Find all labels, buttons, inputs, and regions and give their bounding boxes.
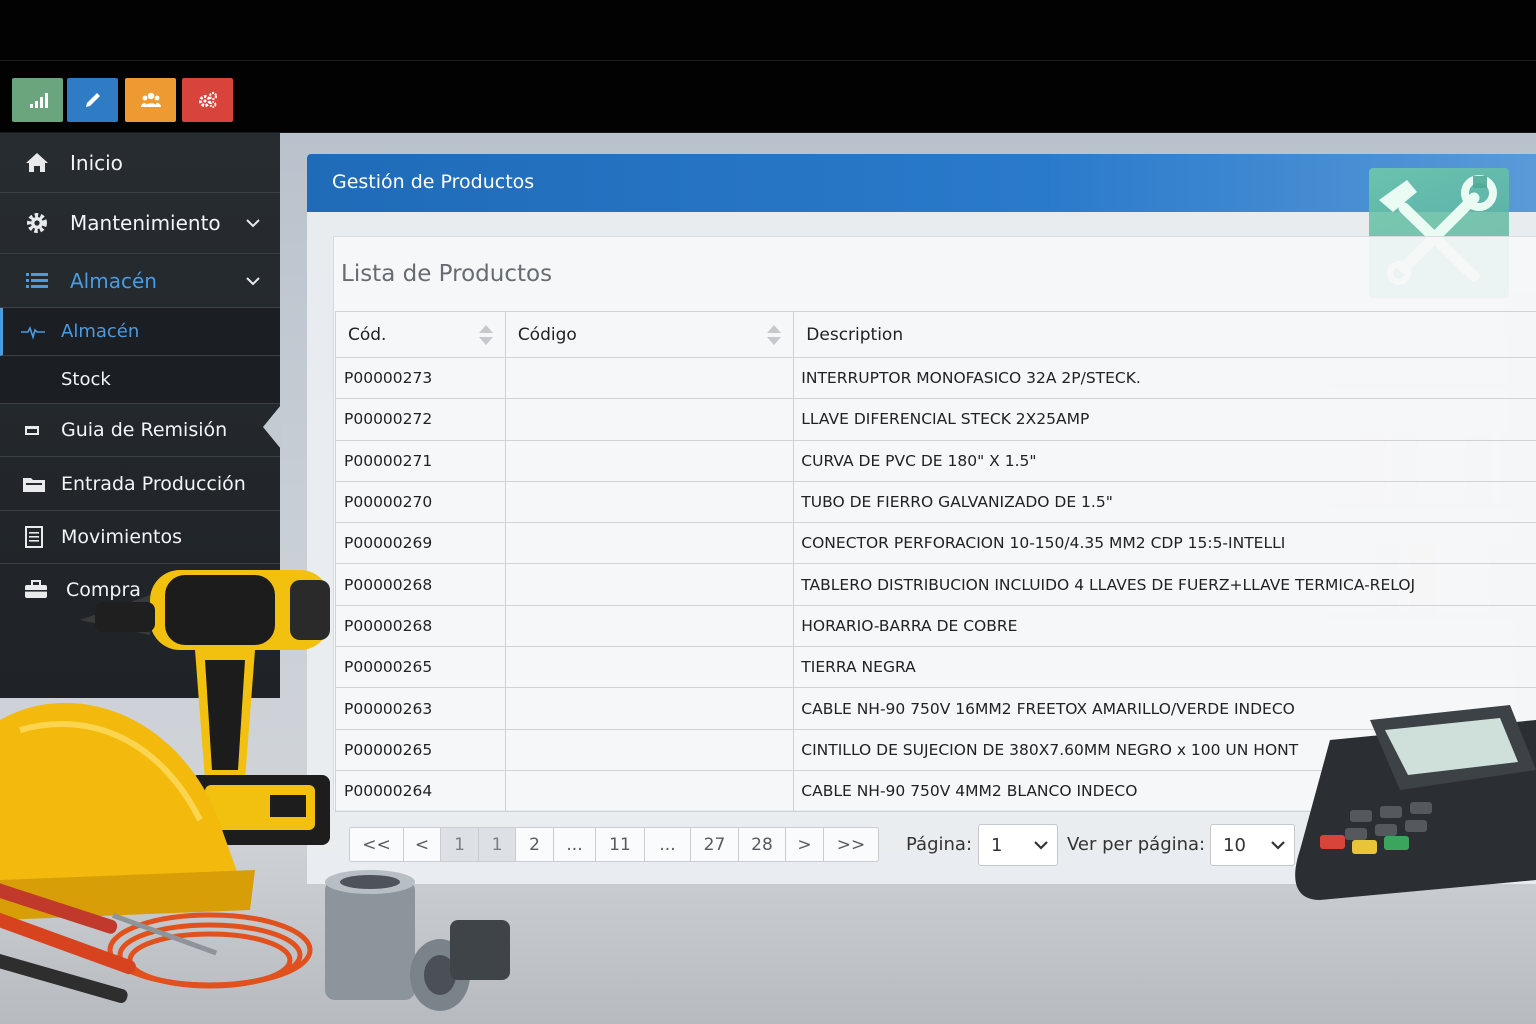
stats-button[interactable] [12,78,63,122]
cell-codigo [504,356,795,400]
cell-codigo [504,439,795,482]
column-header-label: Cód. [348,324,387,345]
per-page-select-value: 10 [1223,834,1246,856]
table-row[interactable]: P00000273 INTERRUPTOR MONOFASICO 32A 2P/S… [335,356,1536,400]
chevron-down-icon [246,276,260,285]
cell-cod: P00000273 [335,356,506,400]
document-icon [21,524,47,550]
page-next-button[interactable]: > [786,828,824,861]
cell-cod: P00000270 [335,480,506,524]
edit-button[interactable] [67,78,118,122]
cell-description: HORARIO-BARRA DE COBRE [793,604,1536,648]
pipe-fittings-illustration [325,870,510,1011]
sidebar-item-mantenimiento[interactable]: Mantenimiento [0,193,280,254]
folder-icon [21,471,47,497]
column-header-label: Description [806,324,904,345]
sidebar-item-guia-remision[interactable]: Guia de Remisión [0,404,280,457]
column-header-label: Código [517,324,577,345]
cell-description: TABLERO DISTRIBUCION INCLUIDO 4 LLAVES D… [793,563,1536,606]
cell-cod: P00000272 [335,398,506,441]
per-page-label: Ver per página: [1067,834,1206,855]
top-divider [0,60,1536,61]
card-icon [20,417,46,443]
page-button[interactable]: 11 [596,828,645,861]
active-indicator [263,405,281,449]
home-icon [24,150,50,176]
panel-title: Gestión de Productos [332,171,535,193]
list-icon [24,268,50,294]
sidebar-item-label: Mantenimiento [70,211,221,235]
cell-description: INTERRUPTOR MONOFASICO 32A 2P/STECK. [793,356,1536,400]
sidebar-item-label: Entrada Producción [61,472,246,495]
page-last-button[interactable]: >> [824,828,878,861]
panel-header: Gestión de Productos [307,154,1536,212]
table-row[interactable]: P00000270 TUBO DE FIERRO GALVANIZADO DE 1… [335,480,1536,524]
table-header-row: Cód. Código Description [335,311,1536,358]
sidebar-item-label: Almacén [61,321,140,342]
sidebar-item-label: Movimientos [61,526,183,548]
sidebar-item-entrada-produccion[interactable]: Entrada Producción [0,457,280,511]
sidebar-item-label: Guia de Remisión [61,419,228,441]
page-select[interactable]: 1 [978,824,1058,866]
sort-icon [767,325,782,345]
sort-icon [478,325,493,345]
payment-terminal-illustration [1295,705,1536,900]
cell-description: CONECTOR PERFORACION 10-150/4.35 MM2 CDP… [793,522,1536,565]
page-button[interactable]: 28 [739,828,786,861]
users-icon [140,92,161,107]
sidebar-item-label: Stock [61,369,111,390]
per-page-select[interactable]: 10 [1210,824,1295,866]
bar-chart-icon [29,93,48,108]
chevron-down-icon [1034,841,1048,850]
cell-codigo [504,398,795,441]
list-title: Lista de Productos [341,261,553,287]
tools-illustration [0,570,510,1011]
sidebar-subitem-stock[interactable]: Stock [0,356,280,404]
table-row[interactable]: P00000271 CURVA DE PVC DE 180" X 1.5" [335,439,1536,482]
sidebar-item-label: Almacén [70,268,157,293]
pulse-icon [20,319,46,345]
cell-description: CURVA DE PVC DE 180" X 1.5" [793,439,1536,482]
sidebar-item-inicio[interactable]: Inicio [0,133,280,193]
cell-description: TIERRA NEGRA [793,646,1536,689]
column-header-description[interactable]: Description [793,311,1536,358]
gear-icon [24,210,50,236]
chevron-down-icon [246,219,260,228]
sidebar-item-almacen[interactable]: Almacén [0,254,280,308]
pagina-label: Página: [906,834,973,855]
cell-codigo [504,480,795,524]
page-button[interactable]: 27 [691,828,739,861]
cell-description: LLAVE DIFERENCIAL STECK 2X25AMP [793,398,1536,441]
top-bar [0,0,1536,133]
settings-button[interactable] [182,78,233,122]
page-ellipsis: ... [645,828,691,861]
sidebar-item-label: Inicio [70,150,123,175]
chevron-down-icon [1271,841,1285,850]
cell-description: TUBO DE FIERRO GALVANIZADO DE 1.5" [793,480,1536,524]
sidebar-subitem-almacen[interactable]: Almacén [0,308,280,356]
users-button[interactable] [125,78,176,122]
table-row[interactable]: P00000272 LLAVE DIFERENCIAL STECK 2X25AMP [335,398,1536,441]
page-select-value: 1 [991,834,1003,856]
column-header-cod[interactable]: Cód. [335,311,506,358]
column-header-codigo[interactable]: Código [504,311,795,358]
pencil-icon [85,93,100,107]
cell-cod: P00000271 [335,439,506,482]
cogs-icon [198,91,217,108]
